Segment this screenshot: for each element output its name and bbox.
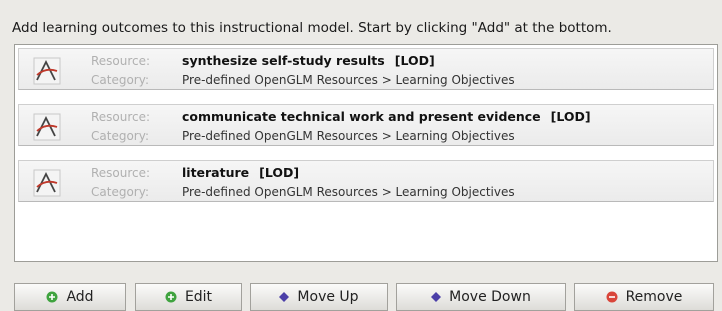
resource-name: synthesize self-study results [LOD] [182,53,435,68]
category-path: Pre-defined OpenGLM Resources > Learning… [182,129,515,143]
category-label: Category: [91,129,149,143]
edit-button[interactable]: Edit [135,283,242,311]
instruction-text: Add learning outcomes to this instructio… [12,20,612,36]
remove-button-label: Remove [625,289,683,305]
learning-objective-icon [33,169,61,197]
remove-button[interactable]: Remove [574,283,714,311]
diamond-icon [279,292,290,302]
diamond-icon [431,292,442,302]
category-label: Category: [91,73,149,87]
learning-objective-icon [33,113,61,141]
move-up-button-label: Move Up [297,289,359,305]
plus-circle-icon [46,291,58,303]
list-item[interactable]: Resource: Category: synthesize self-stud… [18,48,714,90]
category-path: Pre-defined OpenGLM Resources > Learning… [182,73,515,87]
resource-name: literature [LOD] [182,165,300,180]
resource-label: Resource: [91,166,151,180]
learning-objective-icon [33,57,61,85]
lod-tag: [LOD] [550,109,591,124]
resource-name: communicate technical work and present e… [182,109,591,124]
category-path: Pre-defined OpenGLM Resources > Learning… [182,185,515,199]
resource-label: Resource: [91,110,151,124]
lod-tag: [LOD] [259,165,300,180]
list-item[interactable]: Resource: Category: communicate technica… [18,104,714,146]
lod-tag: [LOD] [394,53,435,68]
add-button-label: Add [66,289,94,305]
plus-circle-icon [165,291,177,303]
move-up-button[interactable]: Move Up [250,283,388,311]
add-button[interactable]: Add [14,283,126,311]
resource-label: Resource: [91,54,151,68]
move-down-button[interactable]: Move Down [396,283,566,311]
category-label: Category: [91,185,149,199]
move-down-button-label: Move Down [449,289,531,305]
edit-button-label: Edit [184,289,213,305]
list-item[interactable]: Resource: Category: literature [LOD] Pre-… [18,160,714,202]
minus-circle-icon [606,291,618,303]
